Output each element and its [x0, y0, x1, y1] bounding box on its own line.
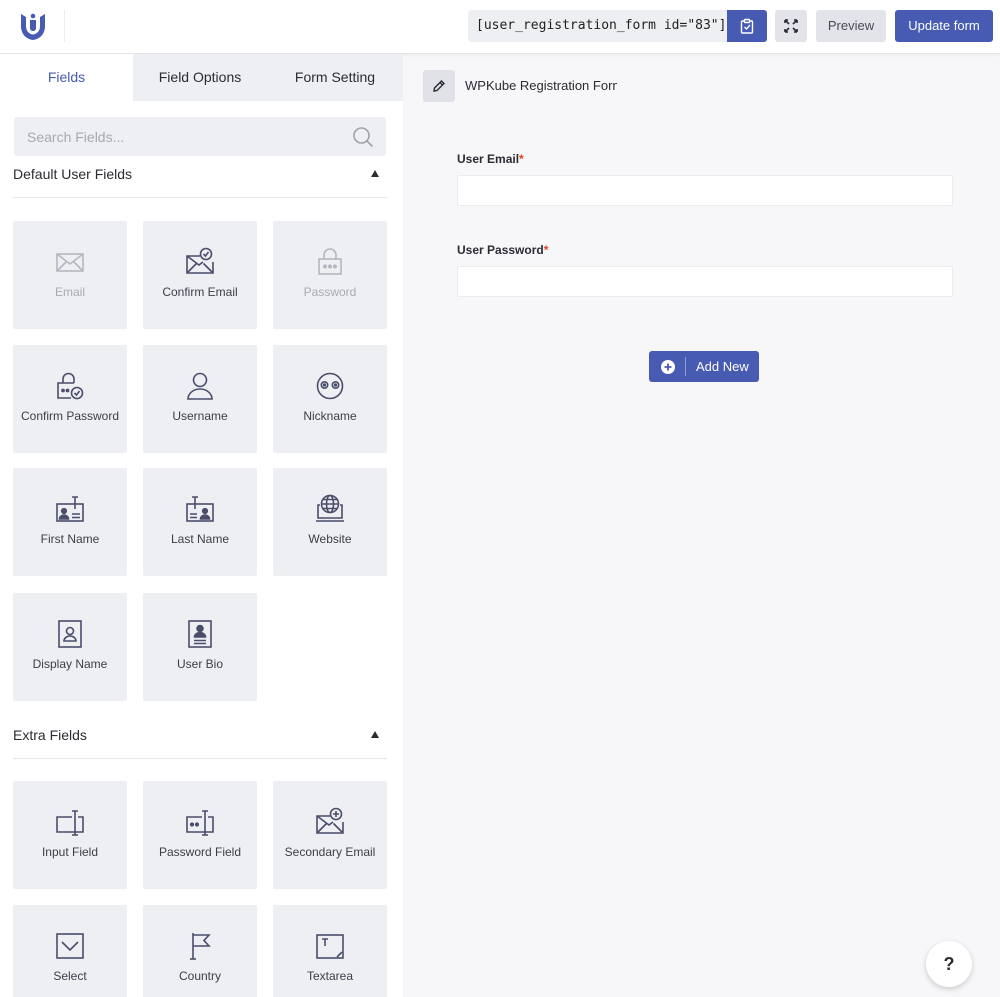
field-card-label: Password [303, 285, 357, 299]
add-new-label: Add New [696, 359, 749, 374]
field-card-label: User Bio [176, 657, 223, 671]
field-card-password[interactable]: Password [273, 221, 387, 329]
envelope-plus-icon [316, 807, 344, 834]
field-card-nickname[interactable]: Nickname [273, 345, 387, 453]
tab-field-options[interactable]: Field Options [133, 54, 267, 101]
field-card-user-bio[interactable]: User Bio [143, 593, 257, 701]
field-card-label: Input Field [41, 845, 99, 859]
user-password-field[interactable] [457, 266, 953, 297]
update-form-button[interactable]: Update form [895, 10, 993, 42]
field-card-email[interactable]: Email [13, 221, 127, 329]
form-title[interactable]: WPKube Registration Form [465, 78, 617, 93]
field-card-label: Confirm Password [20, 409, 120, 423]
field-card-label: Select [53, 969, 87, 983]
lock-icon [318, 248, 342, 275]
mask-icon [316, 372, 344, 400]
field-label-text: User Email [457, 152, 520, 166]
field-card-label: Confirm Email [162, 285, 238, 299]
globe-monitor-icon [316, 494, 344, 522]
section-title: Default User Fields [13, 166, 133, 182]
field-card-display-name[interactable]: Display Name [13, 593, 127, 701]
password-input-icon [186, 810, 214, 836]
help-button[interactable]: ? [926, 941, 972, 987]
field-card-textarea[interactable]: Textarea [273, 905, 387, 997]
section-title: Extra Fields [13, 727, 87, 743]
field-card-label: Username [172, 409, 228, 423]
section-default-user-fields[interactable]: Default User Fields [13, 162, 387, 198]
envelope-icon [56, 253, 84, 272]
search-box [14, 117, 386, 156]
edit-form-title-button[interactable] [423, 70, 455, 102]
field-card-input-field[interactable]: Input Field [13, 781, 127, 889]
tab-form-setting[interactable]: Form Setting [267, 54, 403, 101]
field-card-country[interactable]: Country [143, 905, 257, 997]
field-card-label: Nickname [303, 409, 357, 423]
top-bar: [user_registration_form id="83"] Preview… [0, 0, 1000, 54]
field-card-website[interactable]: Website [273, 468, 387, 576]
field-card-label: First Name [40, 532, 100, 546]
field-card-confirm-password[interactable]: Confirm Password [13, 345, 127, 453]
flag-icon [190, 933, 211, 960]
header-divider [64, 10, 65, 42]
field-card-label: Country [178, 969, 222, 983]
pencil-icon [433, 80, 445, 92]
textarea-icon [316, 934, 344, 959]
portrait-icon [58, 620, 82, 648]
add-new-row-button[interactable]: Add New [649, 351, 759, 382]
envelope-check-icon [186, 247, 214, 274]
user-email-label: User Email* [457, 152, 524, 166]
button-divider [685, 357, 686, 376]
user-password-label: User Password* [457, 243, 548, 257]
fields-sidebar: Fields Field Options Form Setting Defaul… [0, 54, 403, 997]
field-card-password-field[interactable]: Password Field [143, 781, 257, 889]
expand-arrows-icon [784, 19, 798, 33]
shortcode-field[interactable]: [user_registration_form id="83"] [468, 10, 727, 42]
search-fields-input[interactable] [14, 117, 344, 156]
fullscreen-button[interactable] [775, 10, 807, 42]
text-input-icon [56, 810, 84, 836]
required-asterisk: * [519, 152, 524, 166]
user-registration-logo-icon[interactable] [17, 10, 49, 42]
field-card-secondary-email[interactable]: Secondary Email [273, 781, 387, 889]
sidebar-tabs: Fields Field Options Form Setting [0, 54, 403, 101]
clipboard-icon [740, 18, 754, 34]
copy-shortcode-button[interactable] [727, 10, 767, 42]
field-card-label: Last Name [170, 532, 230, 546]
field-card-label: Password Field [158, 845, 242, 859]
tab-fields[interactable]: Fields [0, 54, 133, 101]
field-card-last-name[interactable]: Last Name [143, 468, 257, 576]
field-card-label: Email [54, 285, 85, 299]
field-card-label: Secondary Email [284, 845, 376, 859]
bio-icon [188, 620, 212, 648]
preview-button[interactable]: Preview [816, 10, 886, 42]
field-card-first-name[interactable]: First Name [13, 468, 127, 576]
collapse-caret-icon[interactable] [371, 170, 379, 177]
field-card-label: Textarea [306, 969, 354, 983]
lock-check-icon [57, 372, 84, 400]
plus-circle-icon [661, 360, 675, 374]
section-extra-fields[interactable]: Extra Fields [13, 723, 387, 759]
field-card-label: Display Name [32, 657, 108, 671]
user-icon [187, 372, 213, 400]
required-asterisk: * [543, 243, 549, 257]
user-email-field[interactable] [457, 175, 953, 206]
collapse-caret-icon[interactable] [371, 731, 379, 738]
search-icon [353, 127, 374, 148]
field-card-label: Website [308, 532, 352, 546]
field-card-username[interactable]: Username [143, 345, 257, 453]
field-label-text: User Password [457, 243, 544, 257]
id-card-icon [56, 496, 84, 522]
field-card-confirm-email[interactable]: Confirm Email [143, 221, 257, 329]
select-icon [56, 933, 84, 959]
field-card-select[interactable]: Select [13, 905, 127, 997]
id-card-icon [186, 496, 214, 522]
